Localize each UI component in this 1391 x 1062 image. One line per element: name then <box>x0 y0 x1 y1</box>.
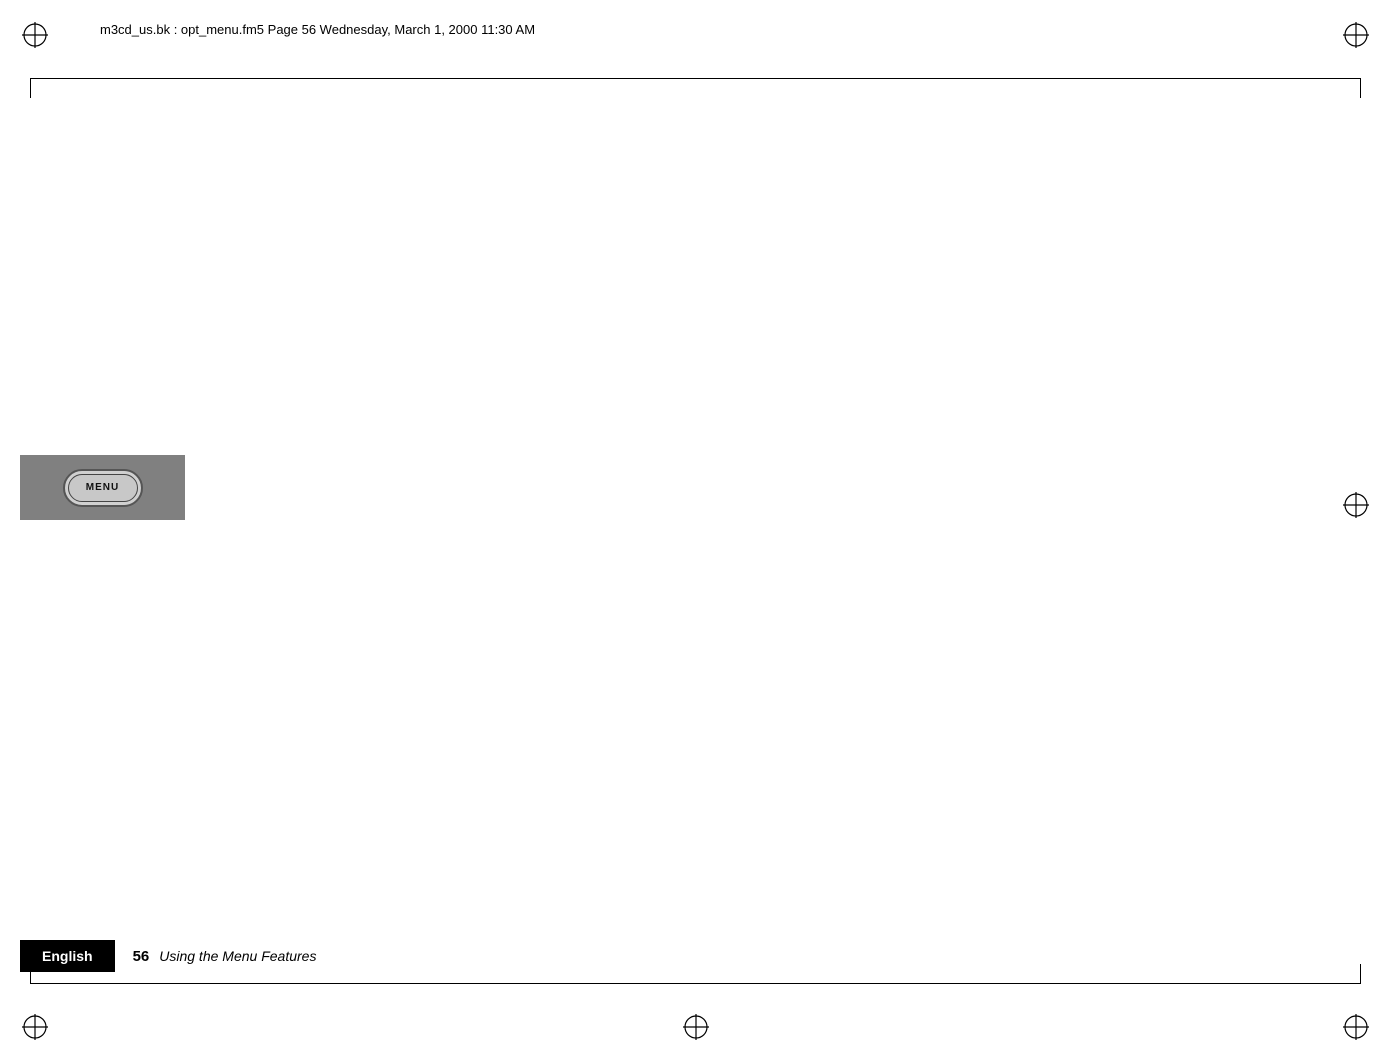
reg-mark-top-left <box>20 20 50 50</box>
language-badge: English <box>20 940 115 972</box>
menu-button[interactable]: MENU <box>63 469 143 507</box>
header-text: m3cd_us.bk : opt_menu.fm5 Page 56 Wednes… <box>100 22 535 37</box>
reg-mark-top-right <box>1341 20 1371 50</box>
page-number: 56 <box>133 948 150 965</box>
menu-button-area: MENU <box>20 455 185 520</box>
reg-mark-bottom-left <box>20 1012 50 1042</box>
reg-mark-middle-right <box>1341 490 1371 520</box>
bottom-border <box>30 983 1361 984</box>
top-right-vert-line <box>1360 78 1361 98</box>
reg-mark-bottom-center <box>681 1012 711 1042</box>
page-container: m3cd_us.bk : opt_menu.fm5 Page 56 Wednes… <box>0 0 1391 1062</box>
top-border <box>30 78 1361 79</box>
footer-section-title: Using the Menu Features <box>159 948 316 964</box>
top-left-vert-line <box>30 78 31 98</box>
footer-area: English 56 Using the Menu Features <box>0 940 1391 972</box>
menu-button-label: MENU <box>86 482 119 493</box>
reg-mark-bottom-right <box>1341 1012 1371 1042</box>
menu-button-inner: MENU <box>68 474 138 502</box>
